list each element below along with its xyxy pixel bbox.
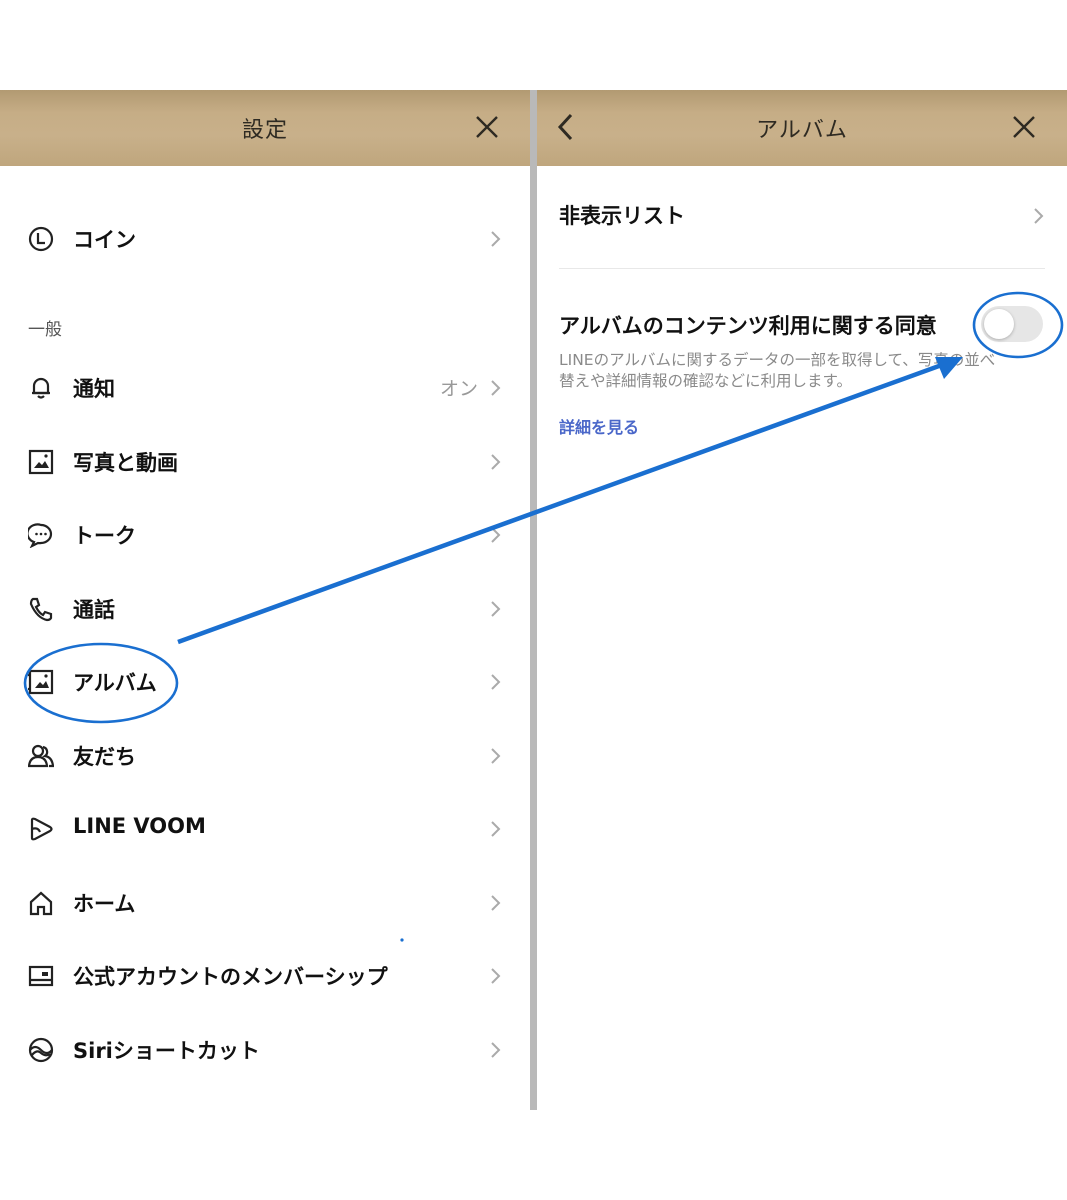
settings-panel: 設定 コイン 一般 通知 オン 写真と動画 トーク 通話 アルバム 友だち LI… [0, 90, 530, 1110]
settings-item-siri-shortcuts[interactable]: Siriショートカット [0, 1019, 530, 1079]
notifications-status: オン [439, 378, 478, 400]
settings-item-label: 公式アカウントのメンバーシップ [73, 965, 388, 989]
bell-icon [32, 377, 50, 399]
album-icon [28, 669, 54, 695]
settings-item-chats[interactable]: トーク [0, 504, 530, 564]
album-consent-label: アルバムのコンテンツ利用に関する同意 [559, 314, 937, 338]
hidden-list-label: 非表示リスト [559, 204, 685, 228]
chevron-right-icon [491, 748, 501, 764]
settings-item-label: Siriショートカット [73, 1039, 260, 1063]
coin-icon [28, 226, 54, 252]
chevron-right-icon [491, 1042, 501, 1058]
chevron-right-icon [491, 895, 501, 911]
settings-item-label: 通話 [73, 598, 115, 622]
details-link[interactable]: 詳細を見る [559, 418, 639, 437]
settings-item-official-membership[interactable]: 公式アカウントのメンバーシップ [0, 945, 530, 1005]
chevron-right-icon [491, 821, 501, 837]
album-consent-desc-line1: LINEのアルバムに関するデータの一部を取得して、写真の並べ [559, 351, 996, 369]
separator [559, 268, 1045, 269]
chevron-right-icon [491, 454, 501, 470]
close-button[interactable] [474, 114, 500, 140]
settings-item-label: 友だち [73, 745, 136, 769]
home-icon [29, 891, 53, 916]
chevron-right-icon [491, 380, 501, 396]
album-consent-desc-line2: 替えや詳細情報の確認などに利用します。 [559, 372, 852, 390]
chevron-right-icon [491, 231, 501, 247]
settings-item-coin[interactable]: コイン [0, 208, 530, 268]
toggle-knob [984, 309, 1014, 339]
siri-icon [28, 1037, 54, 1063]
close-icon [1013, 116, 1035, 138]
settings-item-photos-videos[interactable]: 写真と動画 [0, 431, 530, 491]
chevron-right-icon [1034, 208, 1044, 224]
album-consent-toggle[interactable] [981, 306, 1043, 342]
phone-icon [29, 597, 53, 622]
chevron-right-icon [491, 674, 501, 690]
settings-item-albums[interactable]: アルバム [0, 651, 530, 711]
settings-header: 設定 [0, 90, 530, 166]
settings-item-home[interactable]: ホーム [0, 872, 530, 932]
settings-item-label: LINE VOOM [73, 814, 206, 838]
photo-icon [28, 449, 54, 475]
settings-item-line-voom[interactable]: LINE VOOM [0, 798, 530, 858]
friends-icon [28, 744, 54, 768]
album-settings-panel: アルバム 非表示リスト アルバムのコンテンツ利用に関する同意 LINEのアルバム… [537, 90, 1067, 1110]
close-icon [476, 116, 498, 138]
chevron-right-icon [491, 968, 501, 984]
chevron-right-icon [491, 601, 501, 617]
album-consent-row: アルバムのコンテンツ利用に関する同意 [559, 310, 1045, 350]
settings-item-label: 写真と動画 [73, 451, 178, 475]
hidden-list-item[interactable]: 非表示リスト [559, 200, 1045, 240]
details-link-row: 詳細を見る [559, 414, 1045, 438]
settings-item-friends[interactable]: 友だち [0, 725, 530, 785]
voom-icon [30, 817, 53, 841]
chat-bubble-icon [28, 523, 53, 548]
membership-icon [28, 965, 54, 987]
album-consent-description: LINEのアルバムに関するデータの一部を取得して、写真の並べ 替えや詳細情報の確… [559, 350, 1045, 392]
settings-item-notifications[interactable]: 通知 オン [0, 357, 530, 417]
settings-item-label: トーク [73, 524, 136, 548]
chevron-right-icon [491, 527, 501, 543]
album-header: アルバム [537, 90, 1067, 166]
panel-divider [530, 90, 537, 1110]
settings-item-label: コイン [73, 228, 136, 252]
settings-item-label: 通知 [73, 377, 115, 401]
close-button[interactable] [1011, 114, 1037, 140]
section-label-general: 一般 [28, 320, 62, 340]
settings-item-label: アルバム [73, 671, 157, 695]
page-title: 設定 [241, 118, 288, 143]
page-title: アルバム [756, 118, 848, 143]
settings-item-label: ホーム [73, 892, 136, 916]
settings-item-calls[interactable]: 通話 [0, 578, 530, 638]
